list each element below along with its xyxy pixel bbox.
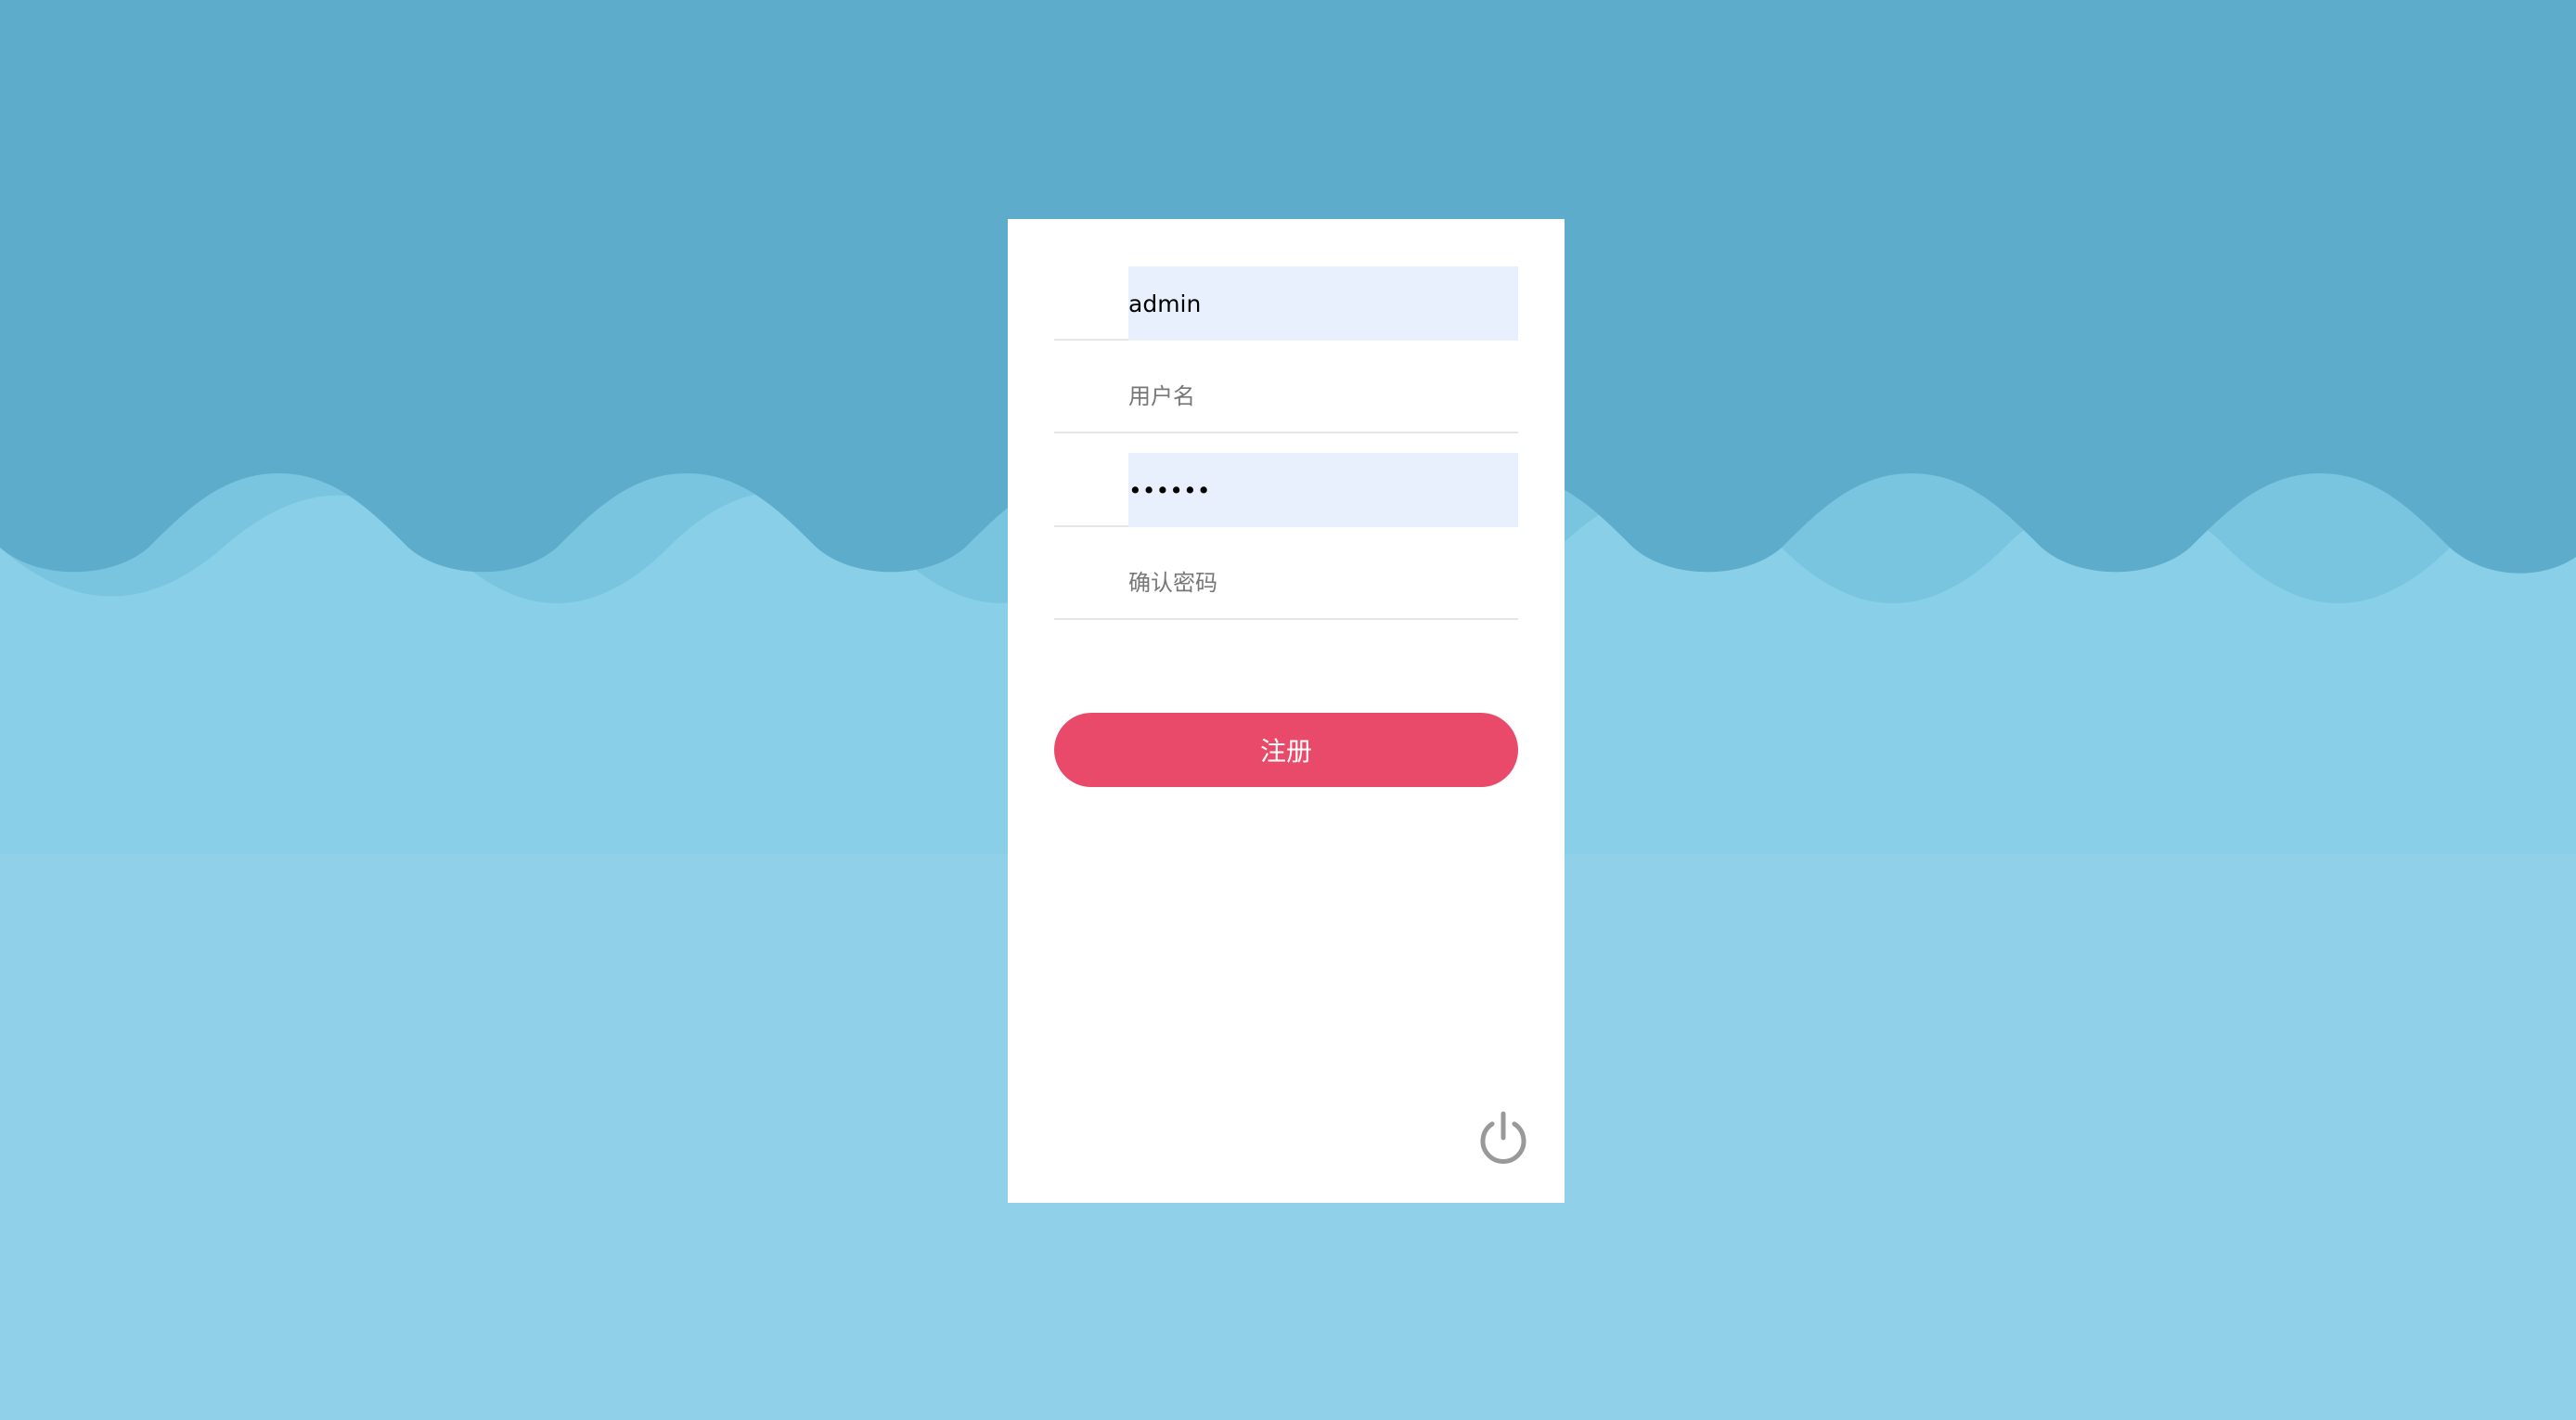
username-input[interactable] [1128,266,1518,341]
password-input[interactable] [1128,453,1518,527]
confirm-password-field [1054,546,1518,620]
username-field [1054,266,1518,341]
username-placeholder-input[interactable] [1128,359,1518,432]
power-icon[interactable] [1475,1110,1531,1166]
password-field [1054,453,1518,527]
username-placeholder-field [1054,359,1518,433]
confirm-password-input[interactable] [1128,546,1518,618]
register-card: 注册 [1008,219,1565,1203]
register-button[interactable]: 注册 [1054,713,1518,787]
